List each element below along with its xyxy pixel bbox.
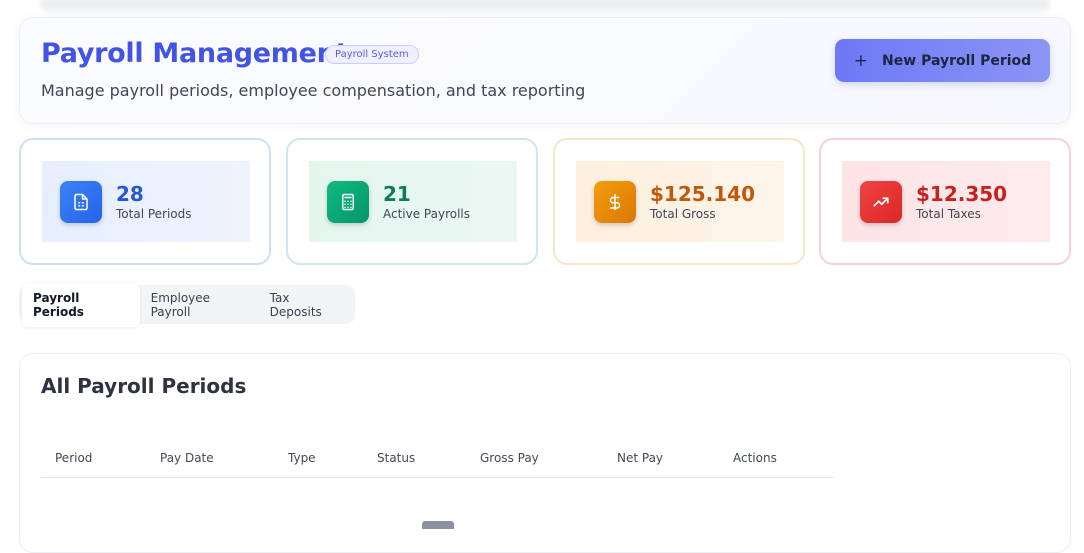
stat-card-total-taxes: $12.350 Total Taxes bbox=[819, 138, 1071, 265]
page-title: Payroll Management bbox=[41, 38, 349, 69]
column-header-actions: Actions bbox=[733, 451, 777, 465]
new-payroll-period-button[interactable]: + New Payroll Period bbox=[835, 39, 1050, 82]
column-header-type: Type bbox=[288, 451, 316, 465]
panel-title: All Payroll Periods bbox=[41, 374, 247, 398]
column-header-pay-date: Pay Date bbox=[160, 451, 214, 465]
tab-employee-payroll[interactable]: Employee Payroll bbox=[140, 283, 259, 327]
stat-card-inner: $12.350 Total Taxes bbox=[842, 161, 1050, 242]
stat-card-inner: 28 Total Periods bbox=[42, 161, 250, 242]
stat-label: Total Taxes bbox=[916, 206, 981, 221]
stat-value: $125.140 bbox=[650, 181, 756, 206]
page-subtitle: Manage payroll periods, employee compens… bbox=[41, 81, 586, 100]
trending-up-icon bbox=[860, 180, 902, 223]
document-icon bbox=[60, 180, 102, 223]
column-header-period: Period bbox=[55, 451, 93, 465]
stat-label: Total Gross bbox=[650, 206, 716, 221]
stat-card-inner: $125.140 Total Gross bbox=[576, 161, 784, 242]
stat-card-total-periods: 28 Total Periods bbox=[19, 138, 271, 265]
new-payroll-period-label: New Payroll Period bbox=[882, 52, 1032, 69]
stat-label: Total Periods bbox=[116, 206, 192, 221]
column-header-gross-pay: Gross Pay bbox=[480, 451, 539, 465]
payroll-periods-panel: All Payroll Periods Period Pay Date Type… bbox=[19, 353, 1071, 553]
column-header-status: Status bbox=[377, 451, 416, 465]
top-shadow bbox=[40, 0, 1050, 14]
loading-indicator bbox=[422, 521, 454, 529]
table-header: Period Pay Date Type Status Gross Pay Ne… bbox=[41, 449, 833, 478]
tab-payroll-periods[interactable]: Payroll Periods bbox=[22, 282, 140, 327]
column-header-net-pay: Net Pay bbox=[617, 451, 664, 465]
stat-card-active-payrolls: 21 Active Payrolls bbox=[286, 138, 538, 265]
stat-card-inner: 21 Active Payrolls bbox=[309, 161, 517, 242]
stat-value: 28 bbox=[116, 181, 144, 206]
stat-card-total-gross: $125.140 Total Gross bbox=[553, 138, 805, 265]
system-badge: Payroll System bbox=[325, 45, 419, 64]
plus-icon: + bbox=[853, 50, 869, 71]
page-header: Payroll Management Payroll System Manage… bbox=[19, 17, 1071, 124]
dollar-icon bbox=[594, 180, 636, 223]
calculator-icon bbox=[327, 180, 369, 223]
stat-value: $12.350 bbox=[916, 181, 1008, 206]
stat-label: Active Payrolls bbox=[383, 206, 471, 221]
stat-value: 21 bbox=[383, 181, 411, 206]
tab-tax-deposits[interactable]: Tax Deposits bbox=[259, 283, 352, 327]
tab-bar: Payroll Periods Employee Payroll Tax Dep… bbox=[19, 282, 355, 327]
